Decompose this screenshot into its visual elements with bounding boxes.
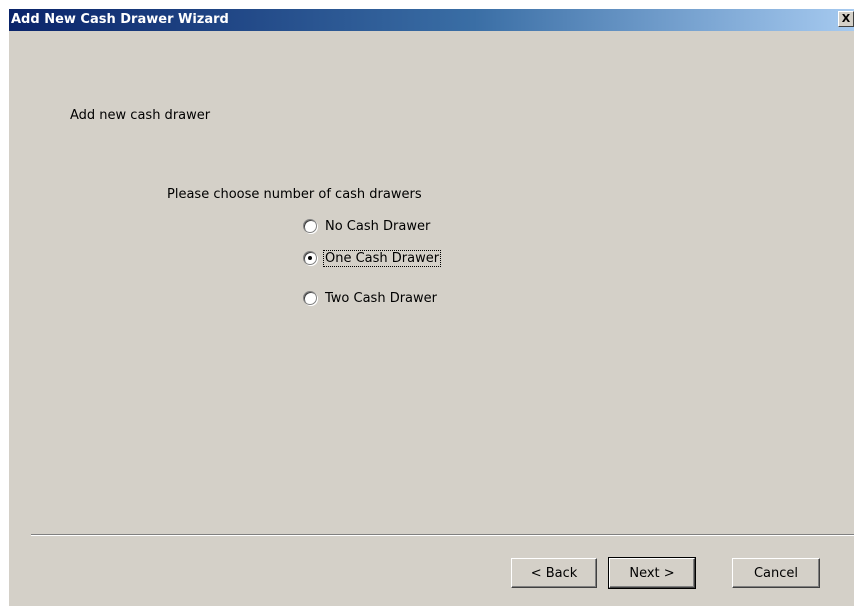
radio-label[interactable]: Two Cash Drawer <box>324 291 438 306</box>
radio-button-icon[interactable] <box>303 291 317 305</box>
title-bar[interactable]: Add New Cash Drawer Wizard X <box>9 9 854 31</box>
radio-label[interactable]: One Cash Drawer <box>322 249 442 267</box>
page-heading: Add new cash drawer <box>70 108 211 123</box>
back-button[interactable]: < Back <box>511 558 597 588</box>
radio-button-icon[interactable] <box>303 219 317 233</box>
radio-two-cash-drawer[interactable]: Two Cash Drawer <box>303 289 438 307</box>
window-title: Add New Cash Drawer Wizard <box>11 12 229 27</box>
next-button[interactable]: Next > <box>608 557 696 589</box>
wizard-window: Add New Cash Drawer Wizard X Add new cas… <box>9 9 854 606</box>
radio-button-icon[interactable] <box>303 251 317 265</box>
close-icon: X <box>841 12 851 25</box>
radio-one-cash-drawer[interactable]: One Cash Drawer <box>303 249 442 267</box>
radio-no-cash-drawer[interactable]: No Cash Drawer <box>303 217 431 235</box>
drawer-count-prompt: Please choose number of cash drawers <box>167 187 422 202</box>
radio-label[interactable]: No Cash Drawer <box>324 219 431 234</box>
close-button[interactable]: X <box>838 11 854 27</box>
cancel-button[interactable]: Cancel <box>732 558 820 588</box>
footer-separator <box>31 534 854 536</box>
